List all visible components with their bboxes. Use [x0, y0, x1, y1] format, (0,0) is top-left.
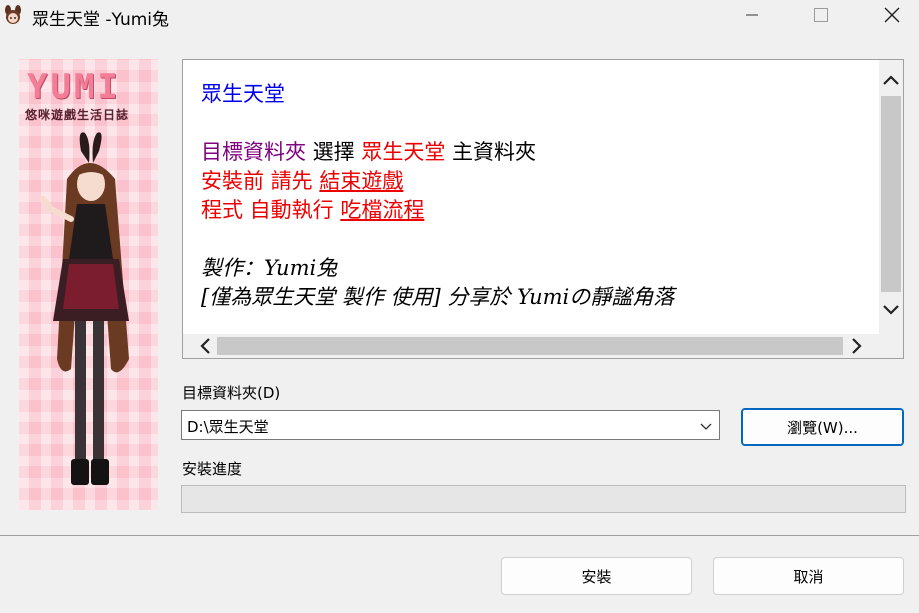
window-title: 眾生天堂 -Yumi兔	[32, 10, 170, 30]
readme-text-main-folder: 主資料夾	[445, 140, 537, 164]
close-icon	[884, 7, 900, 23]
browse-button[interactable]: 瀏覽(W)...	[741, 408, 904, 446]
readme-author: 製作：Yumi兔	[201, 256, 338, 280]
destination-label: 目標資料夾(D)	[182, 384, 281, 402]
destination-combobox[interactable]: D:\眾生天堂	[181, 410, 720, 440]
readme-line-close-game: 安裝前 請先 結束遊戲	[201, 167, 877, 196]
vertical-scroll-thumb[interactable]	[881, 96, 901, 292]
close-button[interactable]	[869, 0, 915, 30]
destination-value: D:\眾生天堂	[187, 418, 269, 436]
scroll-right-button[interactable]	[845, 334, 869, 358]
readme-close-game-link[interactable]: 結束遊戲	[319, 169, 403, 193]
scroll-down-button[interactable]	[879, 298, 903, 322]
readme-blank-line	[201, 109, 877, 138]
readme-title: 眾生天堂	[201, 82, 285, 106]
readme-text-select: 選擇	[306, 140, 362, 164]
horizontal-scroll-thumb[interactable]	[217, 337, 843, 355]
maximize-icon	[814, 8, 828, 22]
minimize-icon	[746, 14, 758, 16]
readme-credit: [僅為眾生天堂 製作 使用] 分享於 Yumiの靜謐角落	[201, 285, 675, 309]
readme-process-link[interactable]: 吃檔流程	[340, 198, 424, 222]
title-bar: 眾生天堂 -Yumi兔	[0, 0, 919, 32]
horizontal-scrollbar[interactable]	[183, 334, 879, 358]
scrollbar-corner	[879, 334, 903, 358]
character-illustration	[40, 132, 129, 485]
progress-label: 安裝進度	[182, 460, 243, 478]
cancel-button[interactable]: 取消	[713, 557, 904, 595]
chevron-down-icon[interactable]	[699, 419, 713, 433]
chevron-up-icon	[883, 75, 899, 85]
vertical-scrollbar[interactable]	[879, 60, 903, 335]
readme-blank-line	[201, 225, 877, 254]
chevron-down-icon	[883, 305, 899, 315]
bunny-app-icon	[5, 5, 21, 24]
scroll-left-button[interactable]	[193, 334, 217, 358]
scroll-up-button[interactable]	[879, 68, 903, 92]
maximize-button[interactable]	[798, 0, 844, 30]
minimize-button[interactable]	[729, 0, 775, 30]
install-progress-bar	[181, 485, 906, 513]
chevron-left-icon	[200, 338, 210, 354]
readme-text-auto-run: 程式 自動執行	[201, 198, 341, 222]
install-button[interactable]: 安裝	[501, 557, 692, 595]
readme-content: 眾生天堂 目標資料夾 選擇 眾生天堂 主資料夾 安裝前 請先 結束遊戲 程式 自…	[201, 80, 877, 312]
readme-line-destination: 目標資料夾 選擇 眾生天堂 主資料夾	[201, 138, 877, 167]
readme-line-auto-run: 程式 自動執行 吃檔流程	[201, 196, 877, 225]
banner-image: YUMI 悠咪遊戲生活日誌	[19, 59, 158, 510]
readme-textbox[interactable]: 眾生天堂 目標資料夾 選擇 眾生天堂 主資料夾 安裝前 請先 結束遊戲 程式 自…	[182, 59, 904, 359]
readme-text-before-install: 安裝前 請先	[201, 169, 320, 193]
readme-game-name: 眾生天堂	[361, 140, 446, 164]
readme-destination-label: 目標資料夾	[201, 140, 306, 164]
chevron-right-icon	[852, 338, 862, 354]
